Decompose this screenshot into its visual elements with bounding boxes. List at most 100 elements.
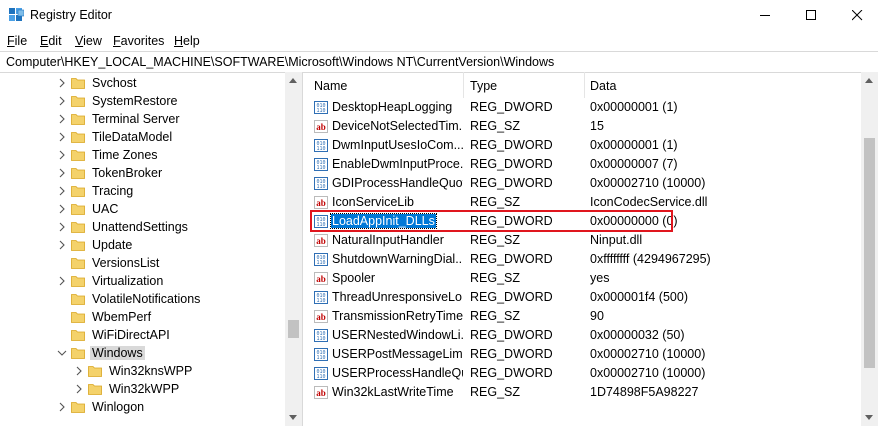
- tree-node-label: Update: [92, 238, 133, 252]
- value-type: REG_SZ: [470, 309, 521, 323]
- value-row[interactable]: ab Spooler REG_SZ yes: [308, 269, 856, 288]
- tree-scrollbar[interactable]: [285, 72, 302, 426]
- value-type: REG_SZ: [470, 271, 521, 285]
- column-header-data[interactable]: Data: [585, 72, 855, 98]
- chevron-right-icon[interactable]: [57, 276, 67, 286]
- value-row[interactable]: 010 110 ShutdownWarningDial... REG_DWORD 0xf…: [308, 250, 856, 269]
- folder-icon: [88, 366, 102, 377]
- window-title: Registry Editor: [30, 8, 112, 22]
- value-row[interactable]: ab NaturalInputHandler REG_SZ Ninput.dll: [308, 231, 856, 250]
- binary-value-icon: 010 110: [314, 348, 328, 361]
- close-button[interactable]: [834, 0, 880, 31]
- chevron-right-icon[interactable]: [74, 366, 84, 376]
- value-row[interactable]: 010 110 USERPostMessageLimit REG_DWORD 0x000…: [308, 345, 856, 364]
- tree-node-label: Win32kWPP: [109, 382, 180, 396]
- chevron-right-icon[interactable]: [57, 240, 67, 250]
- value-row[interactable]: 010 110 GDIProcessHandleQuota REG_DWORD 0x00…: [308, 174, 856, 193]
- tree-node-label: Tracing: [92, 184, 134, 198]
- tree-node-label: Svchost: [92, 76, 137, 90]
- svg-text:110: 110: [316, 165, 325, 171]
- column-header-type[interactable]: Type: [464, 72, 584, 98]
- folder-icon: [71, 96, 85, 107]
- svg-text:110: 110: [316, 260, 325, 266]
- highlight-annotation-box: [310, 210, 673, 232]
- values-scrollbar[interactable]: [861, 72, 878, 426]
- chevron-right-icon[interactable]: [74, 384, 84, 394]
- chevron-right-icon[interactable]: [57, 78, 67, 88]
- menu-help[interactable]: Help: [174, 34, 200, 48]
- menu-file[interactable]: File: [7, 34, 27, 48]
- chevron-right-icon[interactable]: [57, 402, 67, 412]
- value-type: REG_DWORD: [470, 366, 553, 380]
- value-row[interactable]: 010 110 DwmInputUsesIoCom... REG_DWORD 0x000…: [308, 136, 856, 155]
- folder-icon: [71, 78, 85, 89]
- folder-icon: [88, 384, 102, 395]
- folder-icon: [71, 312, 85, 323]
- svg-text:110: 110: [316, 336, 325, 342]
- svg-text:110: 110: [316, 146, 325, 152]
- maximize-button[interactable]: [788, 0, 834, 31]
- svg-text:110: 110: [316, 355, 325, 361]
- scroll-down-icon[interactable]: [865, 415, 873, 420]
- values-list-pane[interactable]: Name Type Data 010 110 DesktopHeapLogging R…: [308, 72, 880, 426]
- chevron-right-icon[interactable]: [57, 96, 67, 106]
- value-data: 15: [590, 119, 604, 133]
- values-scrollbar-thumb[interactable]: [864, 138, 875, 368]
- address-bar[interactable]: Computer\HKEY_LOCAL_MACHINE\SOFTWARE\Mic…: [0, 51, 878, 73]
- value-type: REG_DWORD: [470, 176, 553, 190]
- value-name: NaturalInputHandler: [332, 233, 444, 247]
- tree-scrollbar-thumb[interactable]: [288, 320, 299, 338]
- value-row[interactable]: 010110 USERProcessHandleQu... REG_DWORD 0x0…: [308, 364, 856, 383]
- value-name: IconServiceLib: [332, 195, 414, 209]
- value-data: 0x00000007 (7): [590, 157, 678, 171]
- scroll-down-icon[interactable]: [289, 415, 297, 420]
- column-header-name[interactable]: Name: [308, 72, 463, 98]
- tree-node-label: TileDataModel: [92, 130, 173, 144]
- scroll-up-icon[interactable]: [289, 78, 297, 83]
- tree-node-label: WiFiDirectAPI: [92, 328, 170, 342]
- chevron-right-icon[interactable]: [57, 222, 67, 232]
- chevron-right-icon[interactable]: [57, 168, 67, 178]
- menu-view[interactable]: View: [75, 34, 102, 48]
- tree-node-label: Time Zones: [92, 148, 158, 162]
- chevron-right-icon[interactable]: [57, 150, 67, 160]
- menu-edit[interactable]: Edit: [40, 34, 62, 48]
- value-data: 0xffffffff (4294967295): [590, 252, 711, 266]
- value-type: REG_SZ: [470, 385, 521, 399]
- value-row[interactable]: ab DeviceNotSelectedTim... REG_SZ 15: [308, 117, 856, 136]
- folder-icon: [71, 204, 85, 215]
- folder-icon: [71, 150, 85, 161]
- value-name: ShutdownWarningDial...: [332, 252, 463, 266]
- address-path[interactable]: Computer\HKEY_LOCAL_MACHINE\SOFTWARE\Mic…: [6, 55, 554, 69]
- folder-icon: [71, 114, 85, 125]
- value-type: REG_DWORD: [470, 138, 553, 152]
- chevron-right-icon[interactable]: [57, 132, 67, 142]
- value-data: 0x00002710 (10000): [590, 347, 706, 361]
- value-name: Win32kLastWriteTime: [332, 385, 454, 399]
- value-row[interactable]: 010 110 ThreadUnresponsiveLo... REG_DWORD 0x…: [308, 288, 856, 307]
- value-data: 0x000001f4 (500): [590, 290, 688, 304]
- value-row[interactable]: 010 110 DesktopHeapLogging REG_DWORD 0x00000…: [308, 98, 856, 117]
- value-row[interactable]: ab Win32kLastWriteTime REG_SZ 1D74898F5A982…: [308, 383, 856, 402]
- value-row[interactable]: ab TransmissionRetryTime... REG_SZ 90: [308, 307, 856, 326]
- value-type: REG_DWORD: [470, 328, 553, 342]
- value-row[interactable]: 010 110 EnableDwmInputProce... REG_DWORD 0x0…: [308, 155, 856, 174]
- binary-value-icon: 010 110: [314, 291, 328, 304]
- svg-text:110: 110: [316, 374, 325, 380]
- value-type: REG_DWORD: [470, 157, 553, 171]
- minimize-button[interactable]: [742, 0, 788, 31]
- menu-favorites[interactable]: Favorites: [113, 34, 164, 48]
- scroll-up-icon[interactable]: [865, 78, 873, 83]
- column-name-label: Name: [314, 79, 348, 93]
- string-value-icon: ab: [314, 196, 328, 209]
- value-row[interactable]: 010 110 USERNestedWindowLi... REG_DWORD 0x00…: [308, 326, 856, 345]
- folder-icon: [71, 348, 85, 359]
- binary-value-icon: 010 110: [314, 253, 328, 266]
- key-tree-pane[interactable]: Svchost SystemRestore Terminal Server TileD…: [0, 72, 303, 426]
- chevron-right-icon[interactable]: [57, 186, 67, 196]
- chevron-right-icon[interactable]: [57, 114, 67, 124]
- chevron-down-icon[interactable]: [57, 348, 67, 358]
- chevron-right-icon[interactable]: [57, 204, 67, 214]
- value-type: REG_DWORD: [470, 100, 553, 114]
- value-data: Ninput.dll: [590, 233, 643, 247]
